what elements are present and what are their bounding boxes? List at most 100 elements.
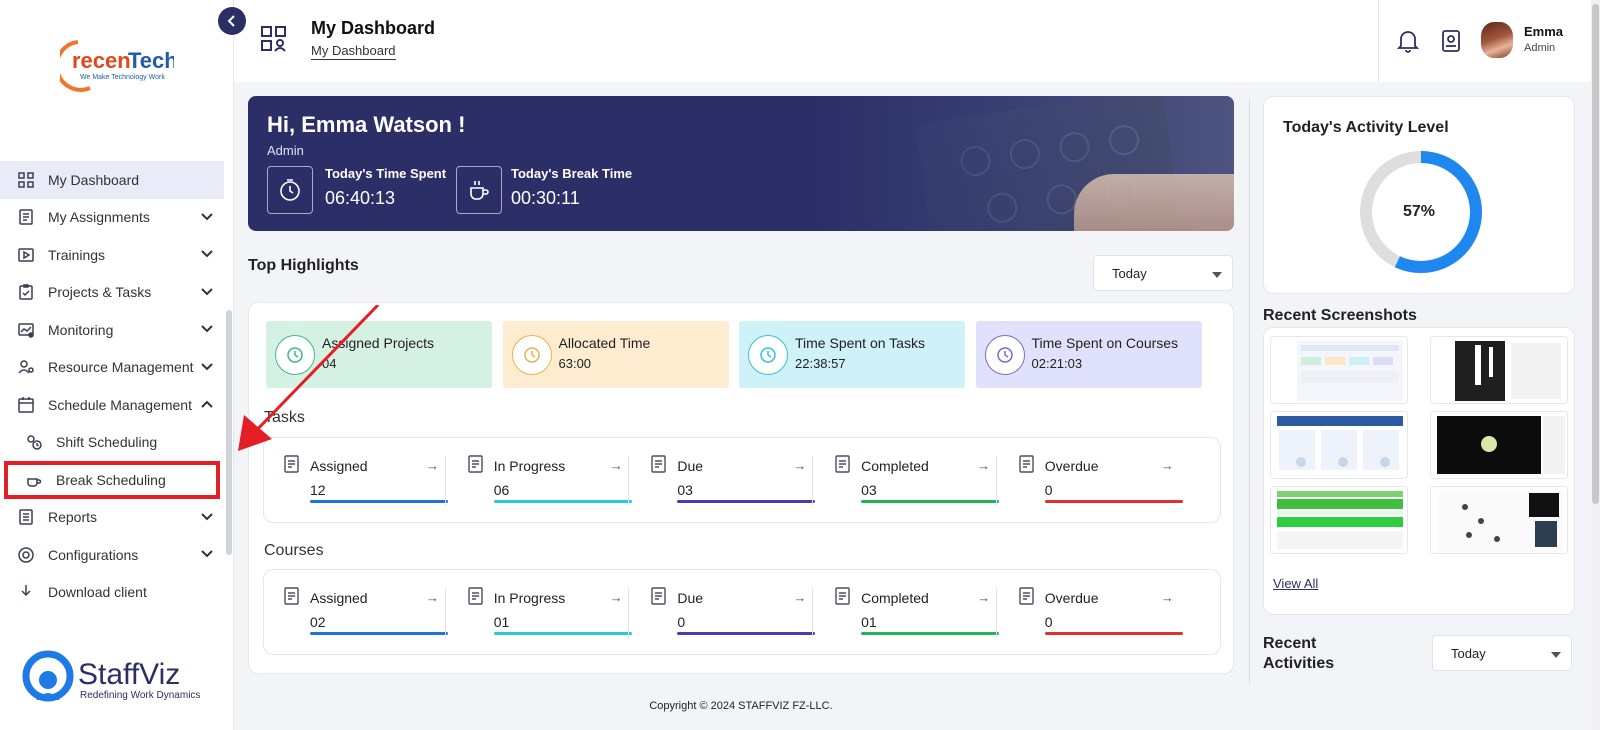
overdue-clock-icon [1017, 586, 1037, 611]
courses-tile-assigned[interactable]: Assigned → 02 [264, 570, 451, 656]
shift-icon [24, 432, 44, 452]
breadcrumb[interactable]: My Dashboard [311, 43, 396, 60]
highlight-label: Time Spent on Tasks [795, 335, 925, 351]
screenshot-thumbnail[interactable] [1430, 486, 1568, 554]
recentech-logo: recen Tech We Make Technology Work [54, 34, 178, 94]
assigned-doc-icon [282, 454, 302, 479]
screenshot-thumbnail[interactable] [1430, 336, 1568, 404]
arrow-right-icon[interactable]: → [426, 590, 439, 605]
sidebar-item-my-dashboard[interactable]: My Dashboard [0, 161, 224, 199]
due-calendar-icon [649, 586, 669, 611]
welcome-banner: Hi, Emma Watson ! Admin Today's Time Spe… [248, 96, 1234, 231]
sidebar-item-shift-scheduling[interactable]: Shift Scheduling [0, 424, 224, 462]
sidebar-item-label: My Assignments [48, 209, 150, 226]
sidebar: recen Tech We Make Technology Work My Da… [0, 0, 246, 730]
sidebar-item-download-client[interactable]: Download client [0, 574, 224, 597]
sidebar-item-reports[interactable]: Reports [0, 499, 224, 537]
screenshot-thumbnail[interactable] [1430, 411, 1568, 479]
in-progress-icon [466, 586, 486, 611]
course-time-icon [984, 335, 1025, 375]
highlight-card[interactable]: Assigned Projects 04 [266, 321, 492, 388]
tile-bar [1044, 500, 1183, 503]
tile-bar [493, 500, 632, 503]
assigned-doc-icon [282, 586, 302, 611]
arrow-right-icon[interactable]: → [793, 590, 806, 605]
highlight-card[interactable]: Time Spent on Courses 02:21:03 [975, 321, 1202, 388]
view-all-link[interactable]: View All [1273, 576, 1318, 591]
arrow-right-icon[interactable]: → [610, 590, 623, 605]
avatar[interactable] [1481, 22, 1513, 58]
tile-label: Due [677, 590, 704, 606]
recent-activities-title-line2: Activities [1263, 655, 1335, 672]
dashboard-grid-icon [16, 170, 36, 190]
tile-label: Completed [861, 458, 929, 474]
tasks-tile-assigned[interactable]: Assigned → 12 [264, 438, 451, 524]
tile-value: 12 [310, 482, 326, 498]
activity-panel: Today's Activity Level 57% [1263, 96, 1575, 294]
sidebar-item-resource-management[interactable]: Resource Management [0, 349, 224, 387]
tile-value: 06 [493, 482, 510, 498]
time-spent-label: Today's Time Spent [325, 166, 447, 181]
chevron-down-icon [200, 547, 214, 564]
tile-bar [1044, 632, 1183, 635]
in-progress-icon [466, 454, 486, 479]
activity-title: Today's Activity Level [1283, 119, 1449, 136]
courses-row: Assigned → 02 In Progress → 01 Due → 0 C… [263, 569, 1221, 655]
highlight-card[interactable]: Allocated Time 63:00 [502, 321, 729, 388]
tasks-tile-due[interactable]: Due → 03 [628, 438, 818, 524]
sidebar-item-monitoring[interactable]: Monitoring [0, 311, 224, 349]
tile-label: Assigned [310, 458, 368, 474]
allocated-time-icon [511, 335, 552, 375]
sidebar-item-projects-tasks[interactable]: Projects & Tasks [0, 274, 224, 312]
screenshot-thumbnail[interactable] [1270, 411, 1408, 479]
highlights-filter-select[interactable]: Today [1093, 255, 1233, 291]
sidebar-item-label: Schedule Management [48, 396, 192, 413]
sidebar-item-my-assignments[interactable]: My Assignments [0, 199, 224, 237]
courses-tile-in-progress[interactable]: In Progress → 01 [444, 570, 635, 656]
svg-text:recen: recen [72, 48, 131, 73]
tasks-tile-completed[interactable]: Completed → 03 [812, 438, 1002, 524]
tasks-tile-overdue[interactable]: Overdue → 0 [995, 438, 1186, 524]
user-guide-icon[interactable] [1439, 28, 1463, 59]
arrow-right-icon[interactable]: → [1161, 458, 1174, 473]
sidebar-item-label: Resource Management [48, 359, 194, 376]
tasks-tile-in-progress[interactable]: In Progress → 06 [444, 438, 635, 524]
arrow-right-icon[interactable]: → [1161, 590, 1174, 605]
sidebar-scrollbar[interactable] [226, 310, 232, 555]
courses-tile-completed[interactable]: Completed → 01 [812, 570, 1002, 656]
monitoring-chart-icon [16, 320, 36, 340]
chevron-down-icon [200, 247, 214, 264]
courses-tile-due[interactable]: Due → 0 [628, 570, 818, 656]
bell-icon[interactable] [1396, 28, 1420, 59]
sidebar-item-break-scheduling[interactable]: Break Scheduling [4, 461, 220, 499]
svg-text:Redefining Work Dynamics: Redefining Work Dynamics [80, 690, 200, 701]
resource-user-icon [16, 357, 36, 377]
activities-filter-select[interactable]: Today [1432, 635, 1572, 671]
recent-activities-title: Recent Activities [1263, 634, 1334, 674]
arrow-right-icon[interactable]: → [977, 590, 990, 605]
sidebar-item-label: Shift Scheduling [56, 434, 158, 451]
arrow-right-icon[interactable]: → [610, 458, 623, 473]
tile-value: 0 [1044, 614, 1053, 630]
courses-tile-overdue[interactable]: Overdue → 0 [995, 570, 1186, 656]
screenshot-thumbnail[interactable] [1270, 486, 1408, 554]
overdue-clock-icon [1017, 454, 1037, 479]
screenshot-thumbnail[interactable] [1270, 336, 1408, 404]
sidebar-item-trainings[interactable]: Trainings [0, 236, 224, 274]
arrow-right-icon[interactable]: → [793, 458, 806, 473]
sidebar-item-configurations[interactable]: Configurations [0, 536, 224, 574]
chevron-down-icon [200, 510, 214, 527]
screenshots-panel: View All [1263, 327, 1575, 615]
user-name[interactable]: Emma [1524, 24, 1563, 39]
staffviz-logo: StaffViz Redefining Work Dynamics [22, 650, 222, 710]
highlight-card[interactable]: Time Spent on Tasks 22:38:57 [739, 321, 965, 388]
tile-value: 03 [861, 482, 877, 498]
arrow-right-icon[interactable]: → [426, 458, 439, 473]
chevron-up-icon [200, 397, 214, 414]
collapse-sidebar-button[interactable] [218, 7, 246, 35]
greeting-role: Admin [267, 143, 304, 158]
greeting: Hi, Emma Watson ! [267, 112, 466, 137]
page-scrollbar[interactable] [1591, 0, 1600, 730]
sidebar-item-schedule-management[interactable]: Schedule Management [0, 386, 224, 424]
arrow-right-icon[interactable]: → [977, 458, 990, 473]
